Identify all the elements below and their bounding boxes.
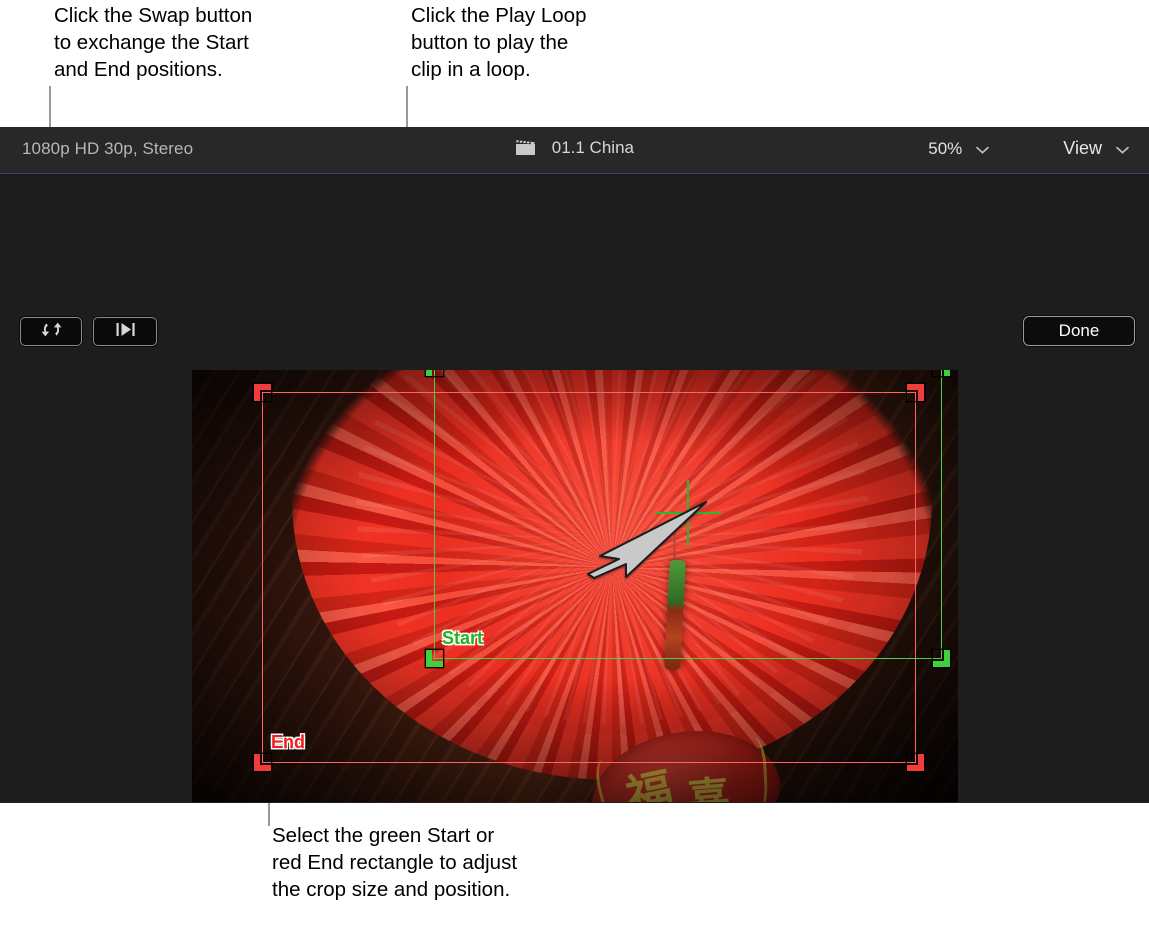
viewer-panel: 1080p HD 30p, Stereo 01.1 China [0, 127, 1149, 803]
chevron-down-icon [976, 141, 989, 157]
callout-swap-text: Click the Swap button to exchange the St… [54, 2, 384, 83]
clip-title: 01.1 China [552, 138, 634, 157]
swap-icon [40, 320, 63, 344]
zoom-level-menu[interactable]: 50% [928, 139, 989, 159]
callout-rectangles-text: Select the green Start or red End rectan… [272, 822, 652, 903]
chevron-down-icon [1116, 141, 1129, 157]
photo-vignette [192, 370, 958, 802]
mouse-pointer [582, 498, 708, 585]
zoom-level-value: 50% [928, 139, 962, 158]
view-menu-label: View [1063, 138, 1102, 158]
viewer-top-bar: 1080p HD 30p, Stereo 01.1 China [0, 127, 1149, 174]
screenshot-root: Click the Swap button to exchange the St… [0, 0, 1149, 928]
video-image-canvas[interactable]: 福 喜 福福 福福 [192, 370, 958, 802]
callout-play-loop-text: Click the Play Loop button to play the c… [411, 2, 711, 83]
clapperboard-icon [515, 139, 536, 161]
view-menu[interactable]: View [1063, 138, 1129, 159]
lantern-photo: 福 喜 福福 福福 [192, 370, 958, 802]
play-loop-icon [113, 321, 138, 343]
done-button[interactable]: Done [1023, 316, 1135, 346]
play-loop-button[interactable] [93, 317, 157, 346]
swap-button[interactable] [20, 317, 82, 346]
